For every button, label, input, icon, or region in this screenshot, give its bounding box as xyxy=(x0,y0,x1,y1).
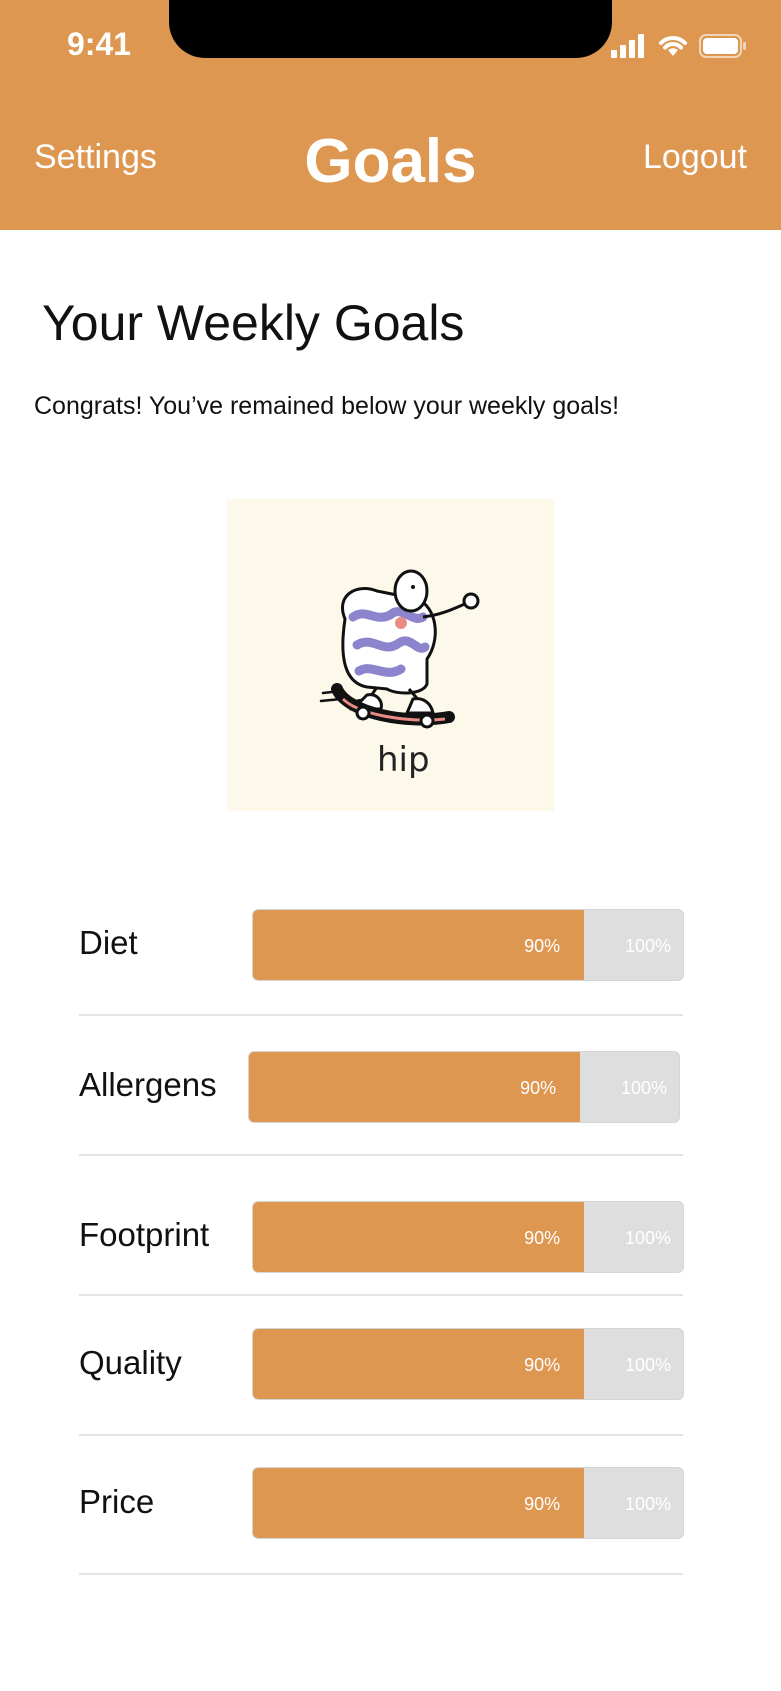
progress-value: 90% xyxy=(524,1228,561,1248)
logout-button[interactable]: Logout xyxy=(643,138,747,177)
section-title: Your Weekly Goals xyxy=(42,295,465,351)
wifi-icon xyxy=(659,36,687,56)
progress-fill: 90% xyxy=(253,910,585,980)
progress-value: 90% xyxy=(524,1355,561,1375)
progress-fill: 90% xyxy=(253,1202,585,1272)
progress-bar: 90% 100% xyxy=(248,1051,680,1123)
skateboarder-illustration: hip xyxy=(227,499,554,811)
progress-value: 90% xyxy=(520,1078,557,1098)
device-notch xyxy=(169,0,612,58)
divider xyxy=(79,1154,683,1156)
progress-value: 90% xyxy=(524,936,561,956)
progress-fill: 90% xyxy=(249,1052,581,1122)
progress-fill: 90% xyxy=(253,1468,585,1538)
progress-max: 100% xyxy=(624,1494,671,1514)
illustration-caption: hip xyxy=(377,740,430,780)
divider xyxy=(79,1434,683,1436)
goal-label: Allergens xyxy=(79,1066,217,1103)
progress-bar: 90% 100% xyxy=(252,1328,684,1400)
app-header: 9:41 Settings Goals Logout xyxy=(0,0,781,230)
progress-max: 100% xyxy=(624,1228,671,1248)
battery-icon xyxy=(699,34,746,58)
signal-icon xyxy=(611,34,644,58)
progress-bar: 90% 100% xyxy=(252,1467,684,1539)
goal-label: Price xyxy=(79,1483,155,1520)
progress-max: 100% xyxy=(620,1078,667,1098)
progress-bar: 90% 100% xyxy=(252,909,684,981)
status-time: 9:41 xyxy=(67,26,132,62)
progress-max: 100% xyxy=(624,936,671,956)
goal-label: Quality xyxy=(79,1344,182,1381)
goal-label: Footprint xyxy=(79,1216,210,1253)
congrats-message: Congrats! You’ve remained below your wee… xyxy=(34,392,620,420)
divider xyxy=(79,1294,683,1296)
divider xyxy=(79,1573,683,1575)
progress-fill: 90% xyxy=(253,1329,585,1399)
progress-bar: 90% 100% xyxy=(252,1201,684,1273)
goal-label: Diet xyxy=(79,924,138,961)
divider xyxy=(79,1014,683,1016)
progress-max: 100% xyxy=(624,1355,671,1375)
skateboarder-drawing: hip xyxy=(319,569,480,780)
status-icons xyxy=(611,34,747,58)
progress-value: 90% xyxy=(524,1494,561,1514)
